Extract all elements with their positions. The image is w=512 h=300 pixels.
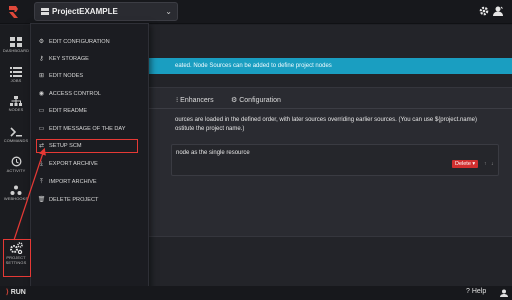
trash-icon: 🗑 xyxy=(37,197,46,203)
list-icon xyxy=(10,67,22,77)
nav-dashboard[interactable]: DASHBOARD xyxy=(0,37,32,69)
nav-activity[interactable]: ACTIVITY xyxy=(0,156,32,188)
history-icon xyxy=(11,156,22,167)
menu-item-label: EDIT MESSAGE OF THE DAY xyxy=(49,126,126,132)
user-icon[interactable] xyxy=(500,289,508,297)
menu-item-edit-readme[interactable]: ▭ EDIT README xyxy=(37,105,143,117)
tab-divider xyxy=(143,108,512,109)
move-down-button[interactable]: ↓ xyxy=(491,160,497,168)
sources-description: ources are loaded in the defined order, … xyxy=(175,117,477,132)
dashboard-icon xyxy=(10,37,22,47)
menu-item-import-archive[interactable]: ⤒ IMPORT ARCHIVE xyxy=(37,176,143,188)
project-selector[interactable]: ProjectEXAMPLE ⌄ xyxy=(34,2,178,21)
menu-item-delete-project[interactable]: 🗑 DELETE PROJECT xyxy=(37,194,143,206)
tab-enhancers-label: Enhancers xyxy=(180,97,214,104)
tab-configuration[interactable]: ⚙ Configuration xyxy=(231,96,281,104)
sitemap-icon xyxy=(10,96,22,106)
menu-item-label: SETUP SCM xyxy=(49,143,82,149)
shield-icon: ◉ xyxy=(38,91,45,97)
menu-item-access-control[interactable]: ◉ ACCESS CONTROL xyxy=(37,88,143,100)
menu-item-edit-nodes[interactable]: ⊞ EDIT NODES xyxy=(37,70,143,82)
tab-enhancers[interactable]: ⁝ Enhancers xyxy=(176,96,214,104)
gear-icon: ⚙ xyxy=(38,39,45,45)
footer-brand-text: RUN xyxy=(10,289,26,296)
nav-webhooks[interactable]: WEBHOOKS xyxy=(0,185,32,217)
alert-text: eated. Node Sources can be added to defi… xyxy=(175,63,332,69)
nav-webhooks-label: WEBHOOKS xyxy=(3,196,29,201)
key-icon: ⚷ xyxy=(39,56,44,62)
webhook-icon xyxy=(10,185,22,195)
menu-item-label: EXPORT ARCHIVE xyxy=(49,161,98,167)
menu-item-label: EDIT CONFIGURATION xyxy=(49,39,110,45)
sitemap-icon: ⊞ xyxy=(38,73,45,79)
file-icon: ▭ xyxy=(38,126,45,132)
gear-icon[interactable] xyxy=(478,4,492,18)
footer-bar: ⟩ RUN ? Help xyxy=(0,286,512,300)
info-alert: eated. Node Sources can be added to defi… xyxy=(143,58,512,74)
project-settings-menu: ⚙ EDIT CONFIGURATION ⚷ KEY STORAGE ⊞ EDIT N… xyxy=(30,23,149,300)
project-icon xyxy=(41,4,49,15)
user-icon[interactable] xyxy=(492,4,506,18)
terminal-icon xyxy=(10,127,22,137)
delete-button-label: Delete xyxy=(455,161,471,167)
menu-item-label: IMPORT ARCHIVE xyxy=(49,179,97,185)
nav-activity-label: ACTIVITY xyxy=(6,168,26,173)
help-label: Help xyxy=(471,288,487,295)
file-icon: ▭ xyxy=(38,108,45,114)
upload-icon: ⤒ xyxy=(40,179,43,185)
menu-item-key-storage[interactable]: ⚷ KEY STORAGE xyxy=(37,53,143,65)
menu-item-edit-configuration[interactable]: ⚙ EDIT CONFIGURATION xyxy=(37,36,143,48)
download-icon: ⤓ xyxy=(40,161,43,167)
annotation-highlight-box xyxy=(3,239,31,277)
delete-button[interactable]: Delete ▾ xyxy=(452,160,479,168)
help-icon: ? xyxy=(466,288,470,295)
nav-jobs[interactable]: JOBS xyxy=(0,67,32,99)
menu-item-edit-motd[interactable]: ▭ EDIT MESSAGE OF THE DAY xyxy=(37,123,143,135)
menu-item-label: DELETE PROJECT xyxy=(49,197,99,203)
nav-nodes[interactable]: NODES xyxy=(0,96,32,128)
menu-item-label: ACCESS CONTROL xyxy=(49,91,101,97)
gear-icon: ⚙ xyxy=(231,97,238,104)
exchange-icon: ⇄ xyxy=(38,143,45,149)
menu-item-setup-scm[interactable]: ⇄ SETUP SCM xyxy=(36,139,138,153)
help-link[interactable]: ? Help xyxy=(466,288,486,295)
footer-brand: ⟩ RUN xyxy=(6,289,26,296)
rundeck-logo[interactable] xyxy=(8,4,20,20)
menu-item-label: EDIT README xyxy=(49,108,88,114)
nav-jobs-label: JOBS xyxy=(10,78,22,83)
nav-dashboard-label: DASHBOARD xyxy=(2,48,30,53)
top-bar: ProjectEXAMPLE ⌄ xyxy=(0,0,512,24)
menu-item-label: KEY STORAGE xyxy=(49,56,89,62)
project-name: ProjectEXAMPLE xyxy=(52,7,118,16)
nav-commands-label: COMMANDS xyxy=(3,138,29,143)
chevron-down-icon: ⌄ xyxy=(165,7,172,16)
move-up-button[interactable]: ↑ xyxy=(484,160,490,168)
tab-configuration-label: Configuration xyxy=(239,97,281,104)
node-source-row: node as the single resource Delete ▾ ↑ ↓ xyxy=(171,144,499,176)
nav-nodes-label: NODES xyxy=(8,107,24,112)
node-source-text: node as the single resource xyxy=(176,150,250,156)
menu-item-export-archive[interactable]: ⤓ EXPORT ARCHIVE xyxy=(37,158,143,170)
nav-commands[interactable]: COMMANDS xyxy=(0,127,32,159)
node-sources-card: ⁝ Enhancers ⚙ Configuration ources are l… xyxy=(142,87,512,237)
menu-item-label: EDIT NODES xyxy=(49,73,84,79)
